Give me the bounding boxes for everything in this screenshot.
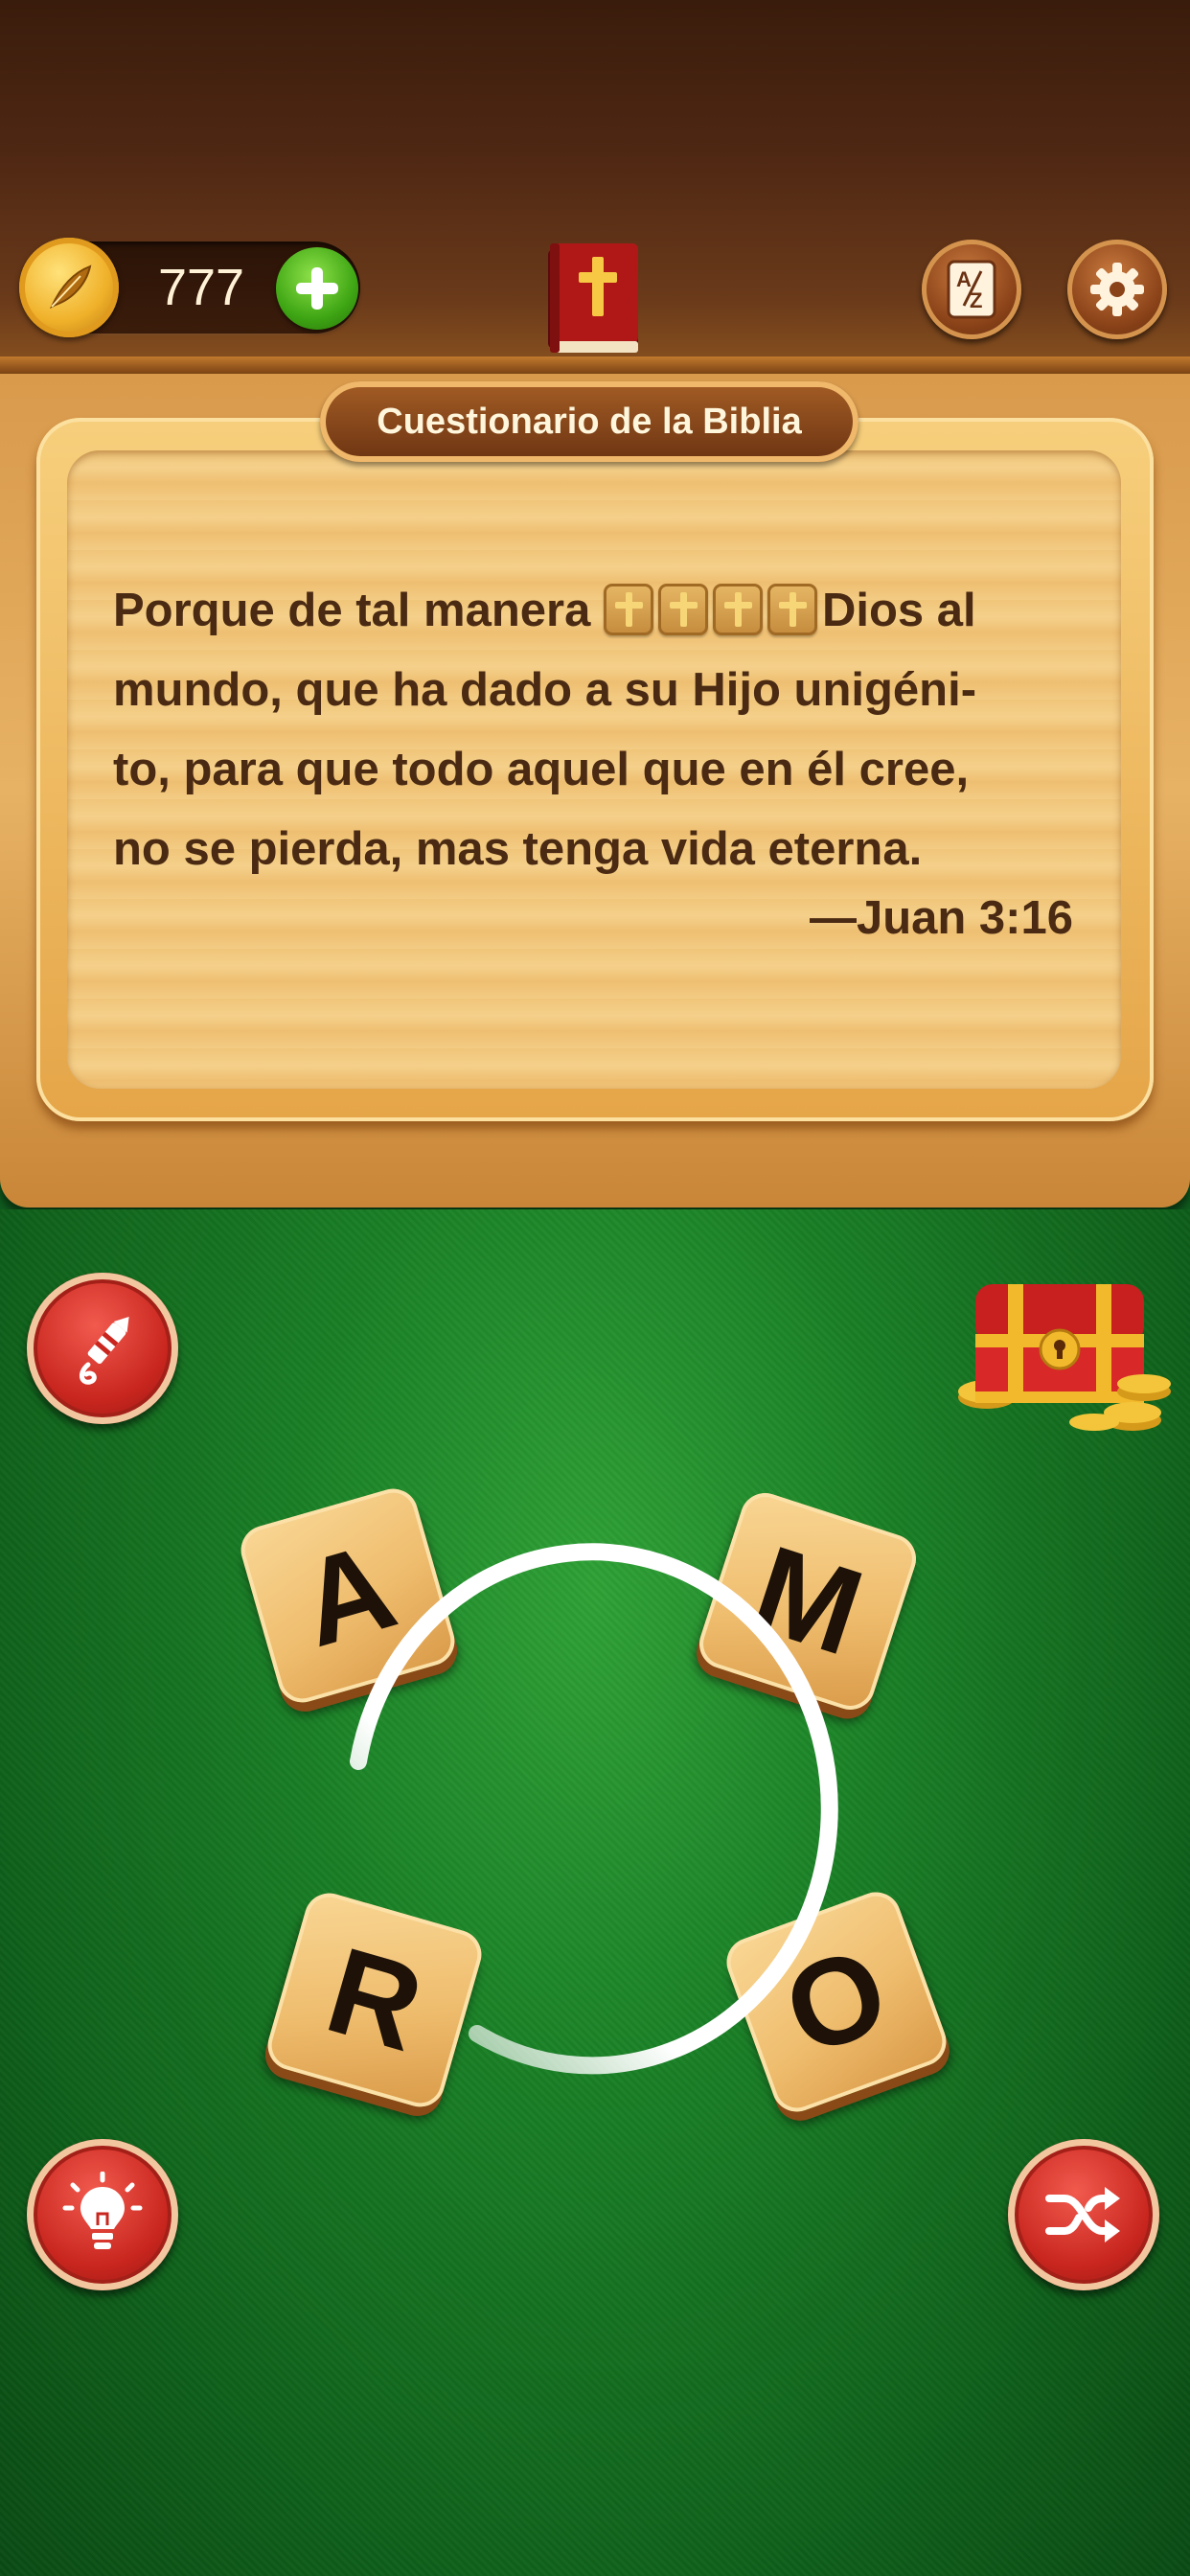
gear-icon [1090,263,1144,316]
blank-letter-cross-icon [767,584,817,635]
tile-letter: O [767,1920,905,2082]
blank-letter-cross-icon [603,584,653,635]
treasure-chest-button[interactable] [949,1257,1175,1434]
answer-blanks [603,584,822,636]
add-coins-button[interactable] [276,247,358,330]
lightbulb-icon [62,2172,143,2249]
verse-line-2: mundo, que ha dado a su Hijo unigéni- [113,664,977,716]
firework-rocket-icon [80,1317,129,1385]
blank-letter-cross-icon [657,584,708,635]
tile-letter: A [286,1517,409,1673]
bible-cross-icon [548,243,638,353]
a-z-dictionary-icon: A Z [947,260,996,319]
verse-after-blanks: Dios al [821,585,976,636]
tile-letter: R [313,1921,437,2078]
verse-text: Porque de tal manera Dios al mundo, que … [113,571,1081,889]
verse-line-3: to, para que todo aquel que en él cree, [113,744,970,795]
shuffle-icon [1045,2187,1120,2242]
settings-button[interactable] [1067,240,1167,339]
board-title: Cuestionario de la Biblia [377,401,802,442]
firework-button[interactable] [27,1273,178,1424]
tile-letter: M [738,1520,878,1682]
bible-book-button[interactable] [544,242,642,358]
verse-start: Porque de tal manera [113,585,591,636]
blank-letter-cross-icon [712,584,763,635]
verse-reference: —Juan 3:16 [809,892,1073,944]
coin-count: 777 [157,259,245,316]
dictionary-button[interactable]: A Z [922,240,1021,339]
shuffle-button[interactable] [1008,2139,1159,2290]
hint-button[interactable] [27,2139,178,2290]
treasure-chest-icon [958,1284,1171,1431]
verse-line-1: Porque de tal manera Dios al [113,571,1081,651]
feather-coin-icon [19,238,119,337]
verse-line-4: no se pierda, mas tenga vida eterna. [113,823,923,875]
board-title-pill: Cuestionario de la Biblia [320,381,858,462]
plus-icon [296,267,338,310]
